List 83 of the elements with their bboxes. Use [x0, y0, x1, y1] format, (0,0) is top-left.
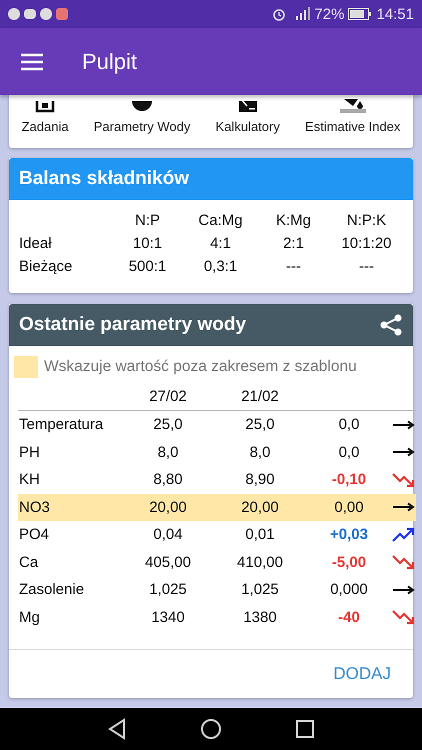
- table-cell-text: ---: [358, 258, 375, 275]
- drop-icon: [338, 99, 368, 113]
- table-cell-text: 1380: [242, 608, 278, 628]
- shortcut-button[interactable]: Estimative Index: [305, 99, 400, 134]
- table-cell-text: ---: [285, 258, 302, 275]
- table-cell-text: 4:1: [209, 235, 232, 252]
- shortcut-button[interactable]: Parametry Wody: [94, 101, 190, 134]
- table-cell-text: 8,90: [244, 470, 276, 490]
- notification-icon: [40, 8, 52, 20]
- delta-value: 0,0: [338, 442, 360, 463]
- add-button[interactable]: DODAJ: [329, 660, 395, 688]
- column-header: K:Mg: [274, 212, 312, 229]
- table-cell-text: 500:1: [128, 258, 168, 275]
- table-cell-text: 1340: [150, 608, 186, 628]
- app-title: Pulpit: [82, 48, 138, 74]
- table-cell-text: 0,04: [152, 525, 184, 546]
- table-cell-text: 8,80: [152, 470, 184, 490]
- trend-down-icon: [392, 472, 416, 488]
- table-cell: 20,00: [122, 494, 214, 521]
- date-header: 27/02: [122, 382, 214, 411]
- delta-value: +0,03: [329, 525, 369, 546]
- table-cell-text: 25,0: [244, 415, 276, 436]
- table-cell-text: 2:1: [282, 235, 305, 252]
- half-circle-icon: [132, 101, 152, 113]
- card-title: Ostatnie parametry wody: [19, 314, 246, 336]
- right-arrow-icon: [392, 447, 416, 458]
- parameter-name: NO3: [18, 494, 122, 521]
- trend-up-icon: [392, 526, 416, 543]
- column-header: N:P:K: [346, 212, 388, 229]
- calculator-icon: [238, 101, 258, 113]
- parameter-name: PO4: [18, 525, 50, 546]
- delta-value: 0,0: [338, 415, 360, 436]
- square-icon: [35, 101, 56, 113]
- back-button[interactable]: [106, 718, 127, 740]
- shortcut-button[interactable]: Kalkulatory: [216, 101, 280, 134]
- row-label: Bieżące: [19, 258, 74, 275]
- home-button[interactable]: [200, 718, 222, 740]
- card-title: Balans składników: [19, 168, 190, 190]
- trend-down-icon: [392, 609, 416, 626]
- table-cell-text: 405,00: [144, 552, 192, 573]
- battery-icon: [348, 8, 372, 20]
- table-cell-text: 1,025: [240, 580, 280, 600]
- share-button[interactable]: [379, 313, 403, 337]
- table-cell: 20,00: [214, 494, 306, 521]
- parameter-name: Temperatura: [18, 415, 104, 436]
- table-cell-text: 1,025: [148, 580, 188, 600]
- right-arrow-icon: [392, 584, 416, 595]
- delta-value: 0,000: [329, 580, 369, 600]
- table-cell-text: 8,0: [248, 442, 272, 463]
- delta-value: -40: [337, 608, 361, 628]
- legend-text: Wskazuje wartość poza zakresem z szablonu: [44, 358, 357, 376]
- parameter-name: KH: [18, 470, 41, 490]
- parameter-name: PH: [18, 442, 41, 463]
- column-header: Ca:Mg: [197, 212, 244, 229]
- table-cell-text: 0,3:1: [202, 258, 238, 275]
- trend-down-icon: [392, 554, 416, 570]
- parameter-name: Zasolenie: [18, 580, 86, 600]
- parameter-name: Ca: [18, 552, 40, 573]
- battery-percentage: 72%: [314, 6, 344, 22]
- table-cell-text: 0,01: [244, 525, 276, 546]
- parameter-name: Mg: [18, 608, 41, 628]
- date-header: 21/02: [214, 382, 306, 411]
- right-arrow-icon: [392, 502, 416, 512]
- delta-value: -5,00: [330, 552, 368, 573]
- notification-icon: [8, 8, 20, 20]
- alarm-icon: [272, 7, 286, 21]
- column-header: N:P: [134, 212, 161, 229]
- table-cell-text: 10:1:20: [340, 235, 393, 252]
- delta-value: 0,00: [306, 494, 392, 521]
- recents-button[interactable]: [295, 719, 316, 739]
- legend-swatch: [14, 356, 38, 378]
- table-cell-text: 8,0: [156, 442, 180, 463]
- right-arrow-icon: [392, 420, 416, 430]
- menu-button[interactable]: [20, 52, 44, 70]
- row-label: Ideał: [19, 235, 53, 252]
- notification-icon: [24, 9, 36, 19]
- delta-value: -0,10: [330, 470, 368, 490]
- shortcut-button[interactable]: Zadania: [22, 101, 69, 134]
- table-cell-text: 410,00: [236, 552, 284, 573]
- table-cell-text: 10:1: [132, 235, 164, 252]
- table-cell-text: 25,0: [152, 415, 184, 436]
- notification-icon: [56, 8, 68, 20]
- clock: 14:51: [376, 6, 414, 22]
